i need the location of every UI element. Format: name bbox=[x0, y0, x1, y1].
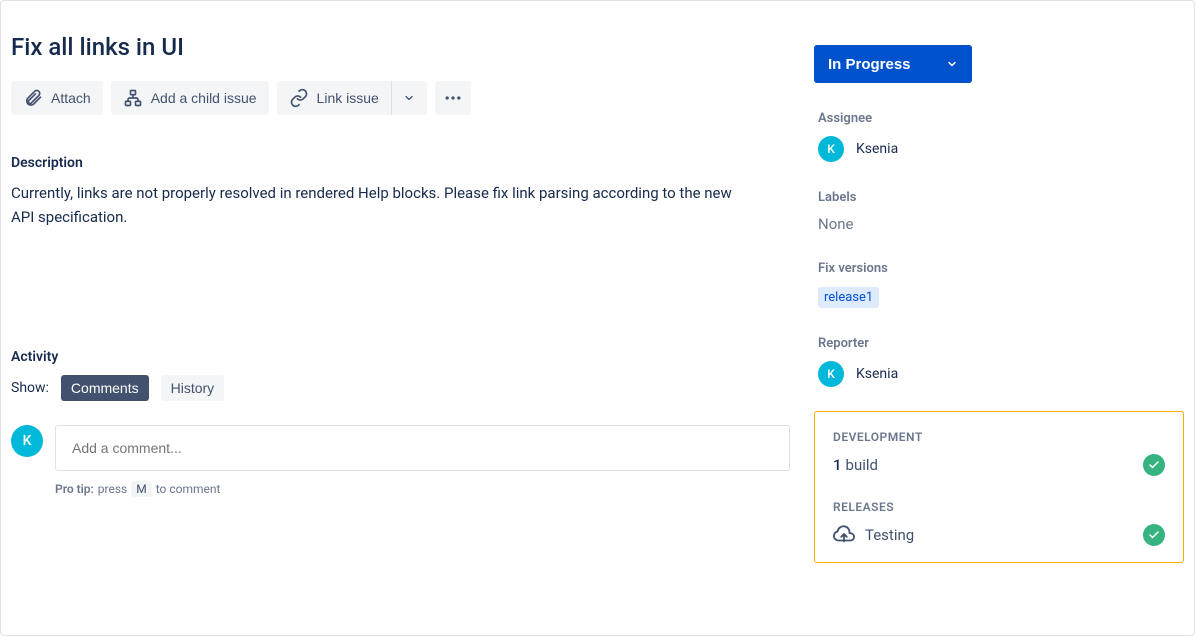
labels-heading: Labels bbox=[818, 190, 1184, 205]
toolbar: Attach Add a child issue Link issue bbox=[11, 81, 790, 115]
more-actions-button[interactable] bbox=[435, 81, 471, 115]
status-dropdown[interactable]: In Progress bbox=[814, 45, 972, 83]
status-label: In Progress bbox=[828, 56, 911, 73]
attachment-icon bbox=[23, 88, 43, 108]
chevron-down-icon bbox=[403, 92, 415, 104]
pro-tip-label: Pro tip: bbox=[55, 482, 94, 496]
tab-history[interactable]: History bbox=[161, 375, 225, 401]
link-issue-label: Link issue bbox=[317, 90, 379, 106]
build-count: 1 bbox=[833, 456, 842, 474]
assignee-field[interactable]: K Ksenia bbox=[818, 136, 1184, 162]
build-label: build bbox=[846, 456, 878, 474]
activity-heading: Activity bbox=[11, 349, 790, 365]
child-issue-icon bbox=[123, 88, 143, 108]
release-env: Testing bbox=[865, 526, 914, 544]
add-child-issue-button[interactable]: Add a child issue bbox=[111, 81, 269, 115]
chevron-down-icon bbox=[946, 58, 958, 70]
fix-versions-heading: Fix versions bbox=[818, 261, 1184, 276]
pro-tip-press: press bbox=[98, 482, 127, 496]
release-status-success-icon bbox=[1143, 524, 1165, 546]
build-status-success-icon bbox=[1143, 454, 1165, 476]
activity-show-label: Show: bbox=[11, 380, 49, 396]
pro-tip-rest: to comment bbox=[156, 482, 221, 496]
fix-version-tag[interactable]: release1 bbox=[818, 287, 879, 308]
assignee-heading: Assignee bbox=[818, 111, 1184, 126]
attach-button[interactable]: Attach bbox=[11, 81, 103, 115]
description-heading: Description bbox=[11, 155, 790, 171]
child-issue-label: Add a child issue bbox=[151, 90, 257, 106]
assignee-avatar: K bbox=[818, 136, 844, 162]
release-row[interactable]: Testing bbox=[833, 524, 1165, 546]
releases-heading: RELEASES bbox=[833, 500, 1165, 514]
reporter-avatar: K bbox=[818, 361, 844, 387]
description-text[interactable]: Currently, links are not properly resolv… bbox=[11, 181, 751, 229]
labels-value[interactable]: None bbox=[818, 215, 1184, 233]
development-heading: DEVELOPMENT bbox=[833, 430, 1165, 444]
comment-input[interactable] bbox=[55, 425, 790, 471]
cloud-upload-icon bbox=[833, 524, 855, 546]
issue-title: Fix all links in UI bbox=[11, 33, 790, 61]
more-icon bbox=[443, 88, 463, 108]
link-icon bbox=[289, 88, 309, 108]
development-build-row[interactable]: 1 build bbox=[833, 454, 1165, 476]
link-issue-dropdown[interactable] bbox=[391, 81, 427, 115]
tab-comments[interactable]: Comments bbox=[61, 375, 149, 401]
attach-label: Attach bbox=[51, 90, 91, 106]
reporter-name: Ksenia bbox=[856, 366, 898, 382]
dev-panel: DEVELOPMENT 1 build RELEASES Testing bbox=[814, 411, 1184, 563]
current-user-avatar: K bbox=[11, 425, 43, 457]
reporter-field[interactable]: K Ksenia bbox=[818, 361, 1184, 387]
pro-tip-key: M bbox=[131, 481, 151, 497]
assignee-name: Ksenia bbox=[856, 141, 898, 157]
link-issue-button[interactable]: Link issue bbox=[277, 81, 391, 115]
reporter-heading: Reporter bbox=[818, 336, 1184, 351]
pro-tip: Pro tip: press M to comment bbox=[55, 481, 790, 497]
